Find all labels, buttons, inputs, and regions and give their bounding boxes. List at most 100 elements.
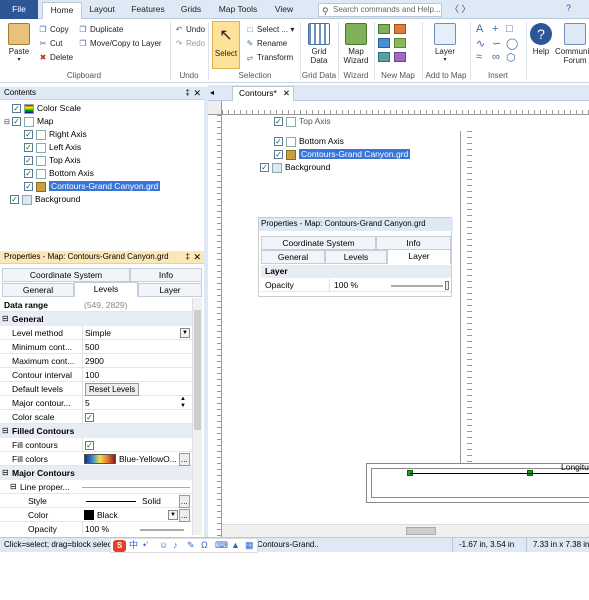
select-button[interactable]: ↖ Select bbox=[212, 21, 240, 69]
tab-levels[interactable]: Levels bbox=[74, 282, 138, 297]
add-layer-button[interactable]: Layer ▾ bbox=[430, 23, 460, 65]
color-row[interactable]: Color Black ▼... bbox=[0, 508, 192, 522]
horizontal-scrollbar[interactable] bbox=[222, 524, 589, 537]
visibility-checkbox[interactable]: ✓ bbox=[274, 150, 283, 160]
tab-levels[interactable]: Levels bbox=[325, 250, 387, 264]
visibility-checkbox[interactable]: ✓ bbox=[10, 195, 19, 205]
visibility-checkbox[interactable]: ✓ bbox=[24, 143, 33, 153]
spin-icon[interactable]: ▲ ▼ bbox=[180, 396, 186, 410]
color-scale-checkbox[interactable]: ✓ bbox=[85, 413, 94, 423]
document-canvas[interactable]: ✓ Top Axis ✓ Bottom Axis ✓ Contours-Grand C… bbox=[208, 101, 589, 537]
visibility-checkbox[interactable]: ✓ bbox=[24, 169, 33, 179]
tab-layer[interactable]: Layer bbox=[138, 283, 202, 297]
fill-contours-checkbox[interactable]: ✓ bbox=[85, 441, 94, 451]
tree-item-bottom-axis[interactable]: ✓ Bottom Axis bbox=[274, 135, 344, 148]
colormap-swatch[interactable] bbox=[84, 454, 116, 464]
dropdown-arrow-icon[interactable]: ▼ bbox=[180, 328, 190, 338]
tab-grids[interactable]: Grids bbox=[176, 2, 206, 19]
tree-item-bottom-axis[interactable]: ✓ Bottom Axis bbox=[24, 167, 94, 180]
pin-icon[interactable]: ‡ bbox=[186, 87, 190, 99]
visibility-checkbox[interactable]: ✓ bbox=[260, 163, 269, 173]
grid-data-button[interactable]: Grid Data bbox=[304, 23, 334, 65]
help-button[interactable]: ? Help bbox=[529, 23, 553, 56]
line-properties-row[interactable]: ⊟ Line proper... bbox=[0, 480, 192, 494]
collapse-icon[interactable]: ⊟ bbox=[2, 424, 9, 438]
ime-pen-icon[interactable]: ✎ bbox=[187, 539, 195, 552]
rectangle-icon[interactable]: □ bbox=[506, 23, 513, 35]
color-value[interactable]: Black bbox=[97, 508, 118, 522]
category-layer[interactable]: Layer bbox=[261, 265, 451, 278]
spline-icon[interactable]: ≈ bbox=[476, 51, 482, 63]
tab-info[interactable]: Info bbox=[376, 236, 451, 250]
slider-thumb[interactable] bbox=[445, 281, 449, 290]
3d-surface-icon[interactable] bbox=[394, 38, 406, 48]
insert-gallery[interactable]: A + □ ∿ ∽ ◯ ≈ ∞ ⬡ bbox=[474, 23, 524, 67]
map-wizard-button[interactable]: Map Wizard bbox=[341, 23, 371, 65]
scrollbar-thumb[interactable] bbox=[406, 527, 436, 535]
ime-mic-icon[interactable]: ♪ bbox=[173, 539, 178, 552]
ime-toolbar[interactable]: S 中 •’ ☺ ♪ ✎ Ω ⌨ ▲ ▦ bbox=[110, 538, 258, 553]
curve-icon[interactable]: ∽ bbox=[492, 37, 501, 50]
maximum-contour-row[interactable]: Maximum cont... 2900 bbox=[0, 354, 192, 368]
move-copy-layer-button[interactable]: ❐ Move/Copy to Layer bbox=[78, 38, 161, 49]
tab-general[interactable]: General bbox=[261, 250, 325, 264]
redo-button[interactable]: ↷ Redo bbox=[174, 38, 205, 49]
close-icon[interactable]: ✕ bbox=[193, 251, 201, 263]
major-contour-value[interactable]: 5 bbox=[82, 396, 90, 410]
ime-headset-icon[interactable]: Ω bbox=[201, 539, 208, 552]
visibility-checkbox[interactable]: ✓ bbox=[12, 117, 21, 127]
contour-interval-row[interactable]: Contour interval 100 bbox=[0, 368, 192, 382]
level-method-row[interactable]: Level method Simple ▼ bbox=[0, 326, 192, 340]
opacity-value[interactable]: 100 % bbox=[329, 279, 358, 292]
cut-button[interactable]: ✂ Cut bbox=[38, 38, 63, 49]
tree-item-background[interactable]: ✓ Background bbox=[10, 193, 80, 206]
visibility-checkbox[interactable]: ✓ bbox=[274, 117, 283, 127]
collapse-icon[interactable]: ⊟ bbox=[2, 466, 9, 480]
help-small-icon[interactable]: ? bbox=[566, 3, 571, 13]
collapse-icon[interactable]: ⊟ bbox=[4, 116, 12, 129]
close-icon[interactable]: ✕ bbox=[193, 87, 201, 99]
ellipsis-button[interactable]: ... bbox=[179, 453, 190, 466]
fill-colors-value[interactable]: Blue-YellowO... bbox=[119, 452, 177, 466]
visibility-checkbox[interactable]: ✓ bbox=[24, 182, 33, 192]
new-map-gallery[interactable] bbox=[378, 24, 418, 68]
minimum-contour-row[interactable]: Minimum cont... 500 bbox=[0, 340, 192, 354]
link-icon[interactable]: ∞ bbox=[492, 51, 500, 63]
tab-features[interactable]: Features bbox=[126, 2, 170, 19]
tree-item-map[interactable]: ⊟ ✓ Map bbox=[4, 115, 54, 128]
close-tab-icon[interactable]: ✕ bbox=[283, 87, 290, 100]
tree-item-top-axis[interactable]: ✓ Top Axis bbox=[24, 154, 81, 167]
tree-item-background[interactable]: ✓ Background bbox=[260, 161, 330, 174]
tree-item-color-scale[interactable]: ✓ Color Scale bbox=[4, 102, 81, 115]
contour-interval-value[interactable]: 100 bbox=[82, 368, 99, 382]
level-method-value[interactable]: Simple bbox=[82, 326, 190, 340]
tab-view[interactable]: View bbox=[270, 2, 298, 19]
tab-layout[interactable]: Layout bbox=[84, 2, 120, 19]
color-relief-icon[interactable] bbox=[394, 24, 406, 34]
ellipse-icon[interactable]: ◯ bbox=[506, 37, 518, 50]
base-map-icon[interactable] bbox=[378, 38, 390, 48]
visibility-checkbox[interactable]: ✓ bbox=[274, 137, 283, 147]
ribbon-arrows-icon[interactable]: 〈 〉 bbox=[450, 2, 471, 15]
style-value[interactable]: Solid bbox=[142, 494, 161, 508]
scrollbar-thumb[interactable] bbox=[194, 310, 201, 430]
text-icon[interactable]: A bbox=[476, 23, 483, 35]
fill-contours-row[interactable]: Fill contours ✓ bbox=[0, 438, 192, 452]
minimum-contour-value[interactable]: 500 bbox=[82, 340, 99, 354]
ime-logo-icon[interactable]: S bbox=[113, 540, 126, 552]
tab-scroll-left-icon[interactable]: ◂ bbox=[210, 88, 214, 97]
search-input[interactable]: ⚲ Search commands and Help... bbox=[318, 3, 442, 17]
pin-icon[interactable]: ‡ bbox=[186, 251, 190, 263]
reset-levels-button[interactable]: Reset Levels bbox=[85, 383, 140, 396]
ellipsis-button[interactable]: ... bbox=[179, 495, 190, 508]
ellipsis-button[interactable]: ... bbox=[179, 509, 190, 522]
tab-home[interactable]: Home bbox=[42, 2, 82, 20]
tab-coordinate-system[interactable]: Coordinate System bbox=[261, 236, 376, 250]
duplicate-button[interactable]: ❐ Duplicate bbox=[78, 24, 123, 35]
rename-button[interactable]: ✎ Rename bbox=[245, 38, 288, 49]
community-forum-button[interactable]: Community Forum bbox=[555, 23, 589, 65]
fill-colors-row[interactable]: Fill colors Blue-YellowO... ... bbox=[0, 452, 192, 466]
undo-button[interactable]: ↶ Undo bbox=[174, 24, 205, 35]
opacity-slider[interactable] bbox=[140, 529, 184, 531]
delete-button[interactable]: ✖ Delete bbox=[38, 52, 73, 63]
